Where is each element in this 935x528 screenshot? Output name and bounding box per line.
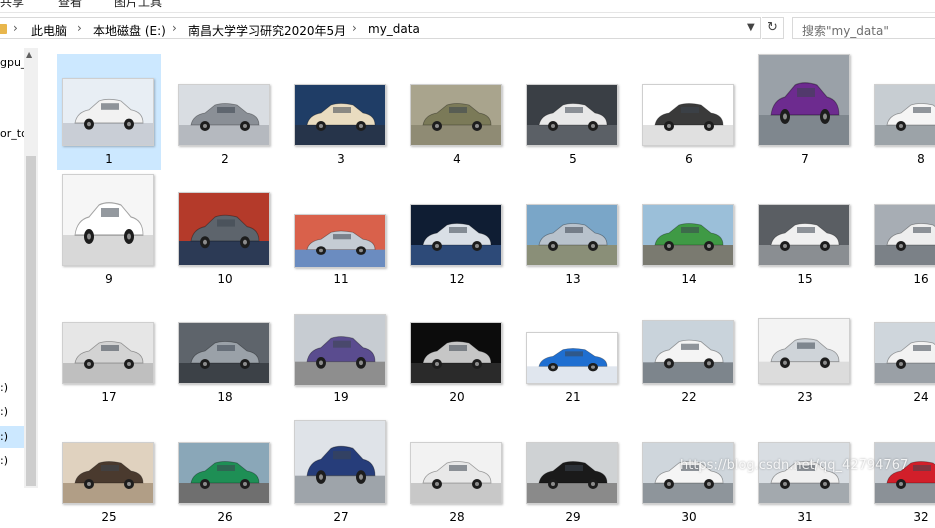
tab-share[interactable]: 共享 — [0, 0, 24, 10]
address-bar[interactable]: › 此电脑 › 本地磁盘 (E:) › 南昌大学学习研究2020年5月 › my… — [0, 17, 761, 39]
image-thumbnail[interactable] — [758, 442, 850, 504]
file-name-label[interactable]: 12 — [405, 272, 509, 286]
image-thumbnail[interactable] — [410, 322, 502, 384]
file-name-label[interactable]: 28 — [405, 510, 509, 524]
chevron-right-icon[interactable]: › — [77, 21, 82, 35]
image-thumbnail[interactable] — [62, 442, 154, 504]
search-placeholder: 搜索"my_data" — [802, 24, 889, 38]
file-name-label[interactable]: 4 — [405, 152, 509, 166]
file-name-label[interactable]: 24 — [869, 390, 935, 404]
nav-item[interactable]: :) — [0, 454, 8, 467]
chevron-down-icon[interactable]: ▼ — [747, 22, 755, 33]
chevron-right-icon[interactable]: › — [352, 21, 357, 35]
file-name-label[interactable]: 30 — [637, 510, 741, 524]
breadcrumb-my-data[interactable]: my_data — [368, 22, 420, 36]
file-name-label[interactable]: 5 — [521, 152, 625, 166]
image-thumbnail[interactable] — [294, 420, 386, 504]
image-thumbnail[interactable] — [62, 174, 154, 266]
file-name-label[interactable]: 17 — [57, 390, 161, 404]
image-thumbnail[interactable] — [410, 442, 502, 504]
breadcrumb-study-folder[interactable]: 南昌大学学习研究2020年5月 — [188, 22, 346, 39]
address-row: › 此电脑 › 本地磁盘 (E:) › 南昌大学学习研究2020年5月 › my… — [0, 14, 935, 44]
image-thumbnail[interactable] — [178, 192, 270, 266]
image-thumbnail[interactable] — [178, 442, 270, 504]
file-name-label[interactable]: 3 — [289, 152, 393, 166]
scroll-up-icon[interactable]: ▲ — [26, 50, 32, 59]
chevron-right-icon[interactable]: › — [172, 21, 177, 35]
file-name-label[interactable]: 11 — [289, 272, 393, 286]
image-thumbnail[interactable] — [526, 84, 618, 146]
file-name-label[interactable]: 27 — [289, 510, 393, 524]
search-input[interactable]: 搜索"my_data" — [792, 17, 935, 39]
image-thumbnail[interactable] — [642, 204, 734, 266]
image-thumbnail[interactable] — [874, 322, 935, 384]
file-name-label[interactable]: 31 — [753, 510, 857, 524]
file-name-label[interactable]: 1 — [57, 152, 161, 166]
file-name-label[interactable]: 22 — [637, 390, 741, 404]
breadcrumb-this-pc[interactable]: 此电脑 — [31, 22, 67, 39]
image-thumbnail[interactable] — [526, 442, 618, 504]
image-thumbnail[interactable] — [758, 204, 850, 266]
nav-item[interactable]: gpu_ — [0, 56, 26, 69]
refresh-button[interactable]: ↻ — [762, 17, 784, 39]
image-thumbnail[interactable] — [526, 204, 618, 266]
file-name-label[interactable]: 29 — [521, 510, 625, 524]
file-grid: 1 2 3 4 5 6 7 8 9 10 11 12 13 14 15 16 1… — [38, 44, 935, 524]
image-thumbnail[interactable] — [178, 322, 270, 384]
file-name-label[interactable]: 14 — [637, 272, 741, 286]
file-name-label[interactable]: 26 — [173, 510, 277, 524]
image-thumbnail[interactable] — [178, 84, 270, 146]
file-name-label[interactable]: 23 — [753, 390, 857, 404]
image-thumbnail[interactable] — [526, 332, 618, 384]
nav-scrollbar[interactable]: ▲ — [24, 48, 38, 488]
breadcrumb-local-disk[interactable]: 本地磁盘 (E:) — [93, 22, 166, 39]
file-name-label[interactable]: 32 — [869, 510, 935, 524]
file-name-label[interactable]: 15 — [753, 272, 857, 286]
image-thumbnail[interactable] — [874, 204, 935, 266]
file-name-label[interactable]: 20 — [405, 390, 509, 404]
image-thumbnail[interactable] — [62, 78, 154, 146]
image-thumbnail[interactable] — [758, 318, 850, 384]
file-name-label[interactable]: 8 — [869, 152, 935, 166]
nav-item[interactable]: :) — [0, 405, 8, 418]
chevron-right-icon[interactable]: › — [13, 21, 18, 35]
scroll-thumb[interactable] — [26, 156, 36, 486]
file-name-label[interactable]: 25 — [57, 510, 161, 524]
file-name-label[interactable]: 16 — [869, 272, 935, 286]
file-name-label[interactable]: 6 — [637, 152, 741, 166]
image-thumbnail[interactable] — [410, 204, 502, 266]
nav-item[interactable]: :) — [0, 381, 8, 394]
image-thumbnail[interactable] — [874, 84, 935, 146]
file-name-label[interactable]: 21 — [521, 390, 625, 404]
image-thumbnail[interactable] — [642, 442, 734, 504]
image-thumbnail[interactable] — [642, 320, 734, 384]
file-name-label[interactable]: 7 — [753, 152, 857, 166]
file-name-label[interactable]: 10 — [173, 272, 277, 286]
image-thumbnail[interactable] — [62, 322, 154, 384]
file-name-label[interactable]: 19 — [289, 390, 393, 404]
image-thumbnail[interactable] — [874, 442, 935, 504]
folder-icon — [0, 24, 7, 34]
file-name-label[interactable]: 2 — [173, 152, 277, 166]
image-thumbnail[interactable] — [758, 54, 850, 146]
file-name-label[interactable]: 9 — [57, 272, 161, 286]
file-name-label[interactable]: 13 — [521, 272, 625, 286]
tab-view[interactable]: 查看 — [58, 0, 82, 10]
nav-item[interactable]: :) — [0, 426, 24, 448]
watermark: https://blog.csdn.net/qq_42794767 — [680, 458, 909, 473]
image-thumbnail[interactable] — [410, 84, 502, 146]
refresh-icon: ↻ — [767, 20, 778, 35]
image-thumbnail[interactable] — [294, 314, 386, 386]
navigation-pane: gpu_ or_to :) :) :) :) ▲ — [0, 44, 38, 488]
image-thumbnail[interactable] — [294, 214, 386, 268]
image-thumbnail[interactable] — [642, 84, 734, 146]
file-name-label[interactable]: 18 — [173, 390, 277, 404]
image-thumbnail[interactable] — [294, 84, 386, 146]
tab-picture-tools[interactable]: 图片工具 — [114, 0, 162, 10]
ribbon-tabs: 共享 查看 图片工具 — [0, 0, 935, 13]
